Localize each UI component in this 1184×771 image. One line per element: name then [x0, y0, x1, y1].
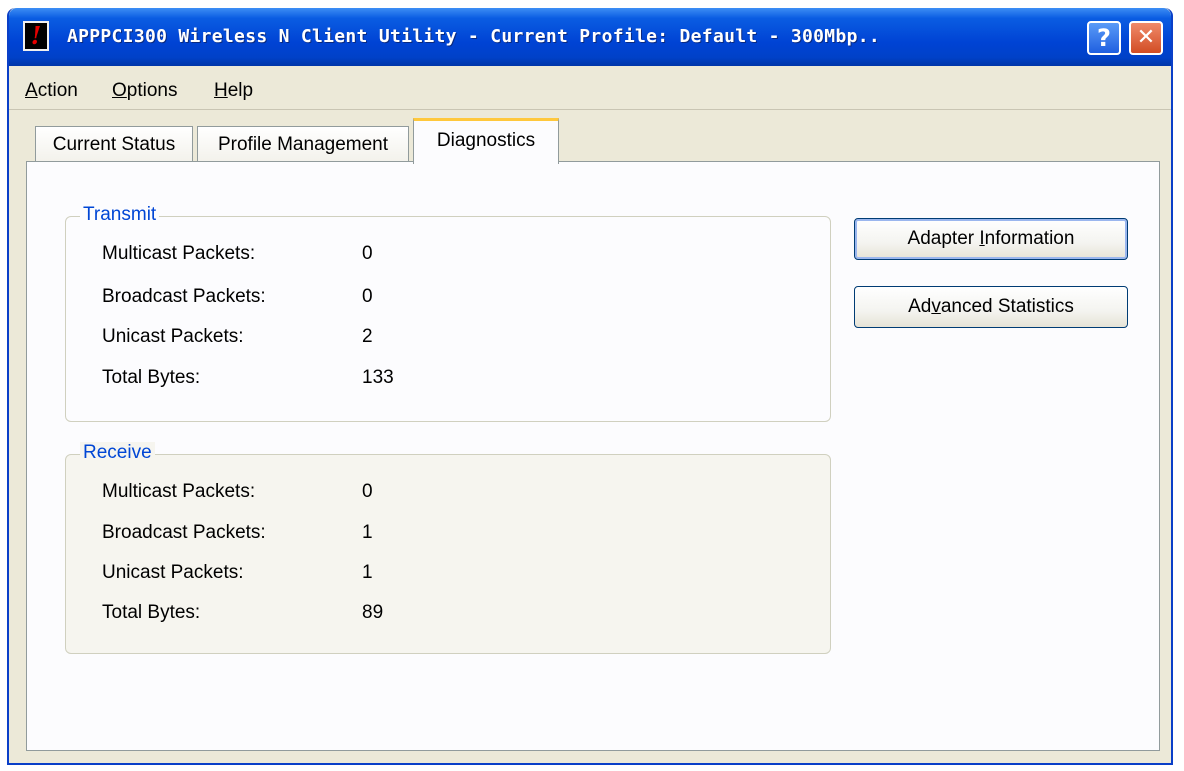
rx-broadcast-value: 1	[362, 522, 373, 543]
advanced-statistics-button[interactable]: Advanced Statistics	[854, 286, 1128, 328]
tx-multicast-value: 0	[362, 243, 373, 264]
menu-action[interactable]: Action	[25, 80, 78, 102]
menu-action-label: ction	[37, 80, 78, 101]
rx-multicast-label: Multicast Packets:	[102, 481, 256, 502]
adapter-information-text-a: Adapter	[907, 228, 980, 249]
window-title: APPPCI300 Wireless N Client Utility - Cu…	[67, 26, 880, 47]
tx-unicast-value: 2	[362, 326, 373, 347]
tx-broadcast-value: 0	[362, 286, 373, 307]
advanced-statistics-text-b: anced Statistics	[940, 296, 1074, 317]
receive-group-title: Receive	[80, 442, 155, 464]
rx-multicast-value: 0	[362, 481, 373, 502]
menu-bar: Action Options Help	[9, 66, 1171, 110]
adapter-information-text-b: nformation	[984, 228, 1075, 249]
title-bar[interactable]: ! APPPCI300 Wireless N Client Utility - …	[9, 8, 1171, 66]
transmit-group: Transmit Multicast Packets: 0 Broadcast …	[65, 204, 831, 422]
tx-total-bytes-label: Total Bytes:	[102, 367, 201, 388]
menu-action-accel: A	[25, 80, 38, 101]
rx-unicast-value: 1	[362, 562, 373, 583]
tx-total-bytes-value: 133	[362, 367, 394, 388]
tab-profile-management[interactable]: Profile Management	[197, 126, 409, 164]
tx-multicast-label: Multicast Packets:	[102, 243, 256, 264]
app-exclamation-icon[interactable]: !	[23, 21, 49, 51]
menu-help-label: elp	[227, 80, 254, 101]
advanced-statistics-accel: v	[931, 296, 941, 317]
tx-unicast-label: Unicast Packets:	[102, 326, 244, 347]
advanced-statistics-text-a: Ad	[908, 296, 932, 317]
menu-options-accel: O	[112, 80, 127, 101]
rx-unicast-label: Unicast Packets:	[102, 562, 244, 583]
menu-help-accel: H	[214, 80, 228, 101]
menu-options-label: ptions	[126, 80, 178, 101]
tab-diagnostics[interactable]: Diagnostics	[413, 118, 559, 164]
rx-broadcast-label: Broadcast Packets:	[102, 522, 266, 543]
menu-help[interactable]: Help	[214, 80, 253, 102]
diagnostics-panel: Transmit Multicast Packets: 0 Broadcast …	[26, 161, 1160, 751]
main-window: ! APPPCI300 Wireless N Client Utility - …	[7, 8, 1173, 765]
rx-total-bytes-value: 89	[362, 602, 384, 623]
receive-group: Receive Multicast Packets: 0 Broadcast P…	[65, 442, 831, 654]
close-button[interactable]: ✕	[1129, 21, 1163, 55]
tx-broadcast-label: Broadcast Packets:	[102, 286, 266, 307]
adapter-information-button[interactable]: Adapter Information	[854, 218, 1128, 260]
transmit-group-title: Transmit	[80, 204, 160, 226]
tab-current-status[interactable]: Current Status	[35, 126, 193, 164]
rx-total-bytes-label: Total Bytes:	[102, 602, 201, 623]
menu-options[interactable]: Options	[112, 80, 177, 102]
help-button[interactable]: ?	[1087, 21, 1121, 55]
